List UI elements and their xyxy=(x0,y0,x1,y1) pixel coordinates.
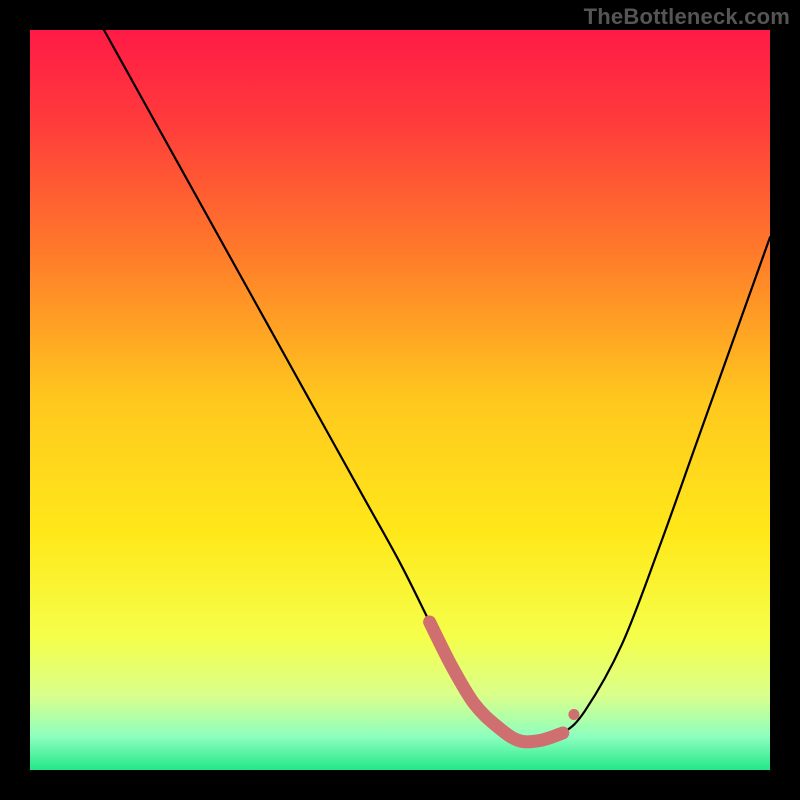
chart-frame: TheBottleneck.com xyxy=(0,0,800,800)
optimal-range-end-dot xyxy=(568,709,579,720)
chart-svg xyxy=(30,30,770,770)
chart-plot-area xyxy=(30,30,770,770)
source-credit: TheBottleneck.com xyxy=(584,4,790,30)
gradient-background xyxy=(30,30,770,770)
